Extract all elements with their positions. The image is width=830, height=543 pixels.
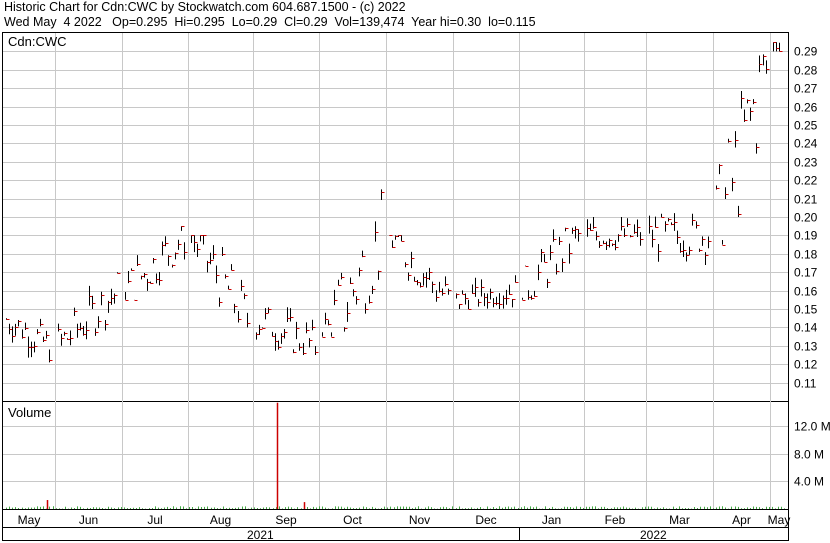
price-tick-label: 0.27 bbox=[794, 82, 818, 96]
month-label: May bbox=[768, 513, 791, 527]
price-tick-label: 0.15 bbox=[794, 303, 818, 317]
month-label: Sep bbox=[275, 513, 297, 527]
volume-panel-frame bbox=[2, 401, 789, 510]
price-tick-label: 0.11 bbox=[794, 377, 817, 391]
stock-chart: 0.11 0.12 0.13 0.14 0.15 0.16 0.17 0.18 0.19 0.20… bbox=[2, 32, 830, 542]
price-panel-title: Cdn:CWC bbox=[8, 34, 67, 49]
month-label: Jan bbox=[542, 513, 561, 527]
year-label-2021: 2021 bbox=[247, 528, 274, 542]
volume-panel-title: Volume bbox=[8, 405, 51, 420]
price-tick-label: 0.20 bbox=[794, 211, 818, 225]
month-label: Feb bbox=[605, 513, 626, 527]
price-tick-label: 0.23 bbox=[794, 156, 818, 170]
price-tick-label: 0.25 bbox=[794, 119, 818, 133]
price-tick-label: 0.24 bbox=[794, 137, 818, 151]
month-label: Jun bbox=[79, 513, 98, 527]
price-tick-label: 0.18 bbox=[794, 248, 818, 262]
price-tick-label: 0.13 bbox=[794, 340, 818, 354]
price-tick-label: 0.19 bbox=[794, 229, 818, 243]
month-label: Dec bbox=[475, 513, 496, 527]
price-tick-label: 0.14 bbox=[794, 321, 818, 335]
year-label-2022: 2022 bbox=[640, 528, 667, 542]
month-label: Apr bbox=[732, 513, 751, 527]
month-label: Nov bbox=[409, 513, 430, 527]
price-tick-label: 0.12 bbox=[794, 358, 818, 372]
month-label: Aug bbox=[210, 513, 231, 527]
volume-tick-label: 4.0 M bbox=[794, 475, 824, 489]
month-label: Oct bbox=[343, 513, 362, 527]
volume-tick-label: 12.0 M bbox=[794, 420, 830, 434]
price-tick-label: 0.16 bbox=[794, 285, 818, 299]
price-tick-label: 0.29 bbox=[794, 45, 818, 59]
volume-tick-label: 8.0 M bbox=[794, 448, 824, 462]
price-tick-label: 0.28 bbox=[794, 64, 818, 78]
month-label: May bbox=[18, 513, 41, 527]
month-label: Mar bbox=[669, 513, 690, 527]
month-label: Jul bbox=[147, 513, 162, 527]
price-tick-label: 0.26 bbox=[794, 101, 818, 115]
price-tick-label: 0.22 bbox=[794, 174, 818, 188]
price-tick-label: 0.17 bbox=[794, 266, 818, 280]
price-tick-label: 0.21 bbox=[794, 193, 818, 207]
